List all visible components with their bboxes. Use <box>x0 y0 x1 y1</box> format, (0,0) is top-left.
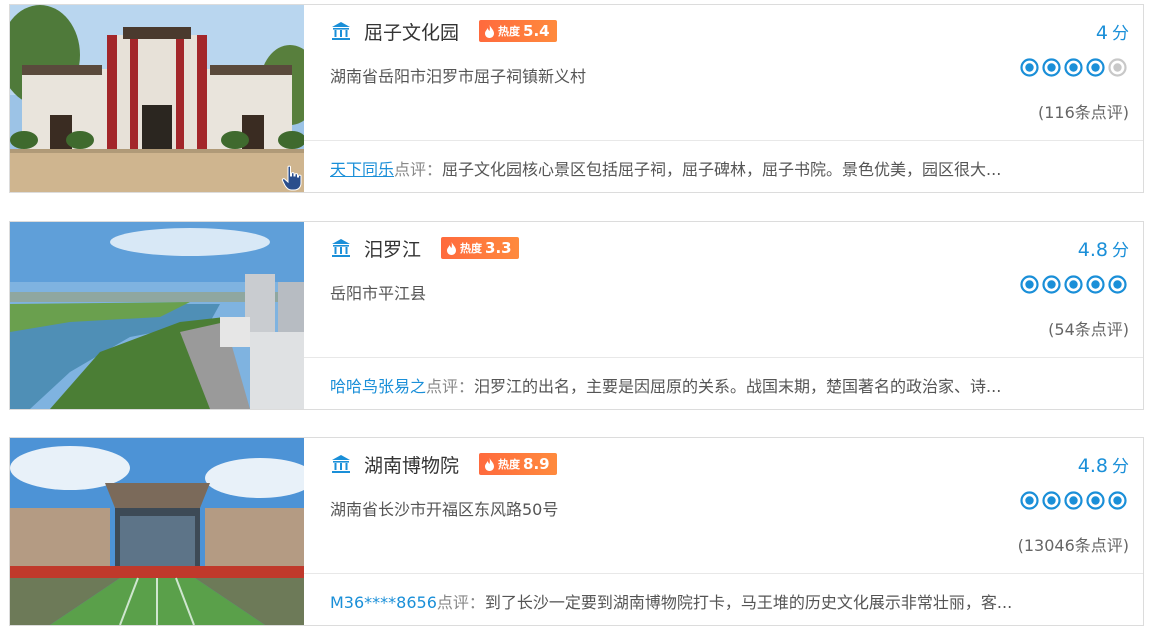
rating-dot-filled-icon <box>1086 275 1105 294</box>
flame-icon <box>485 24 495 38</box>
heat-label: 热度 <box>498 25 521 38</box>
rating-dot-filled-icon <box>1042 58 1061 77</box>
review-label: 点评： <box>436 593 485 612</box>
attraction-title[interactable]: 湖南博物院 <box>364 451 459 478</box>
rating-dot-filled-icon <box>1020 58 1039 77</box>
score: 4.8 分 <box>1078 236 1129 261</box>
rating-dot-filled-icon <box>1064 275 1083 294</box>
rating-dots <box>1017 491 1127 510</box>
score-value: 4.8 <box>1077 239 1108 261</box>
rating-dot-filled-icon <box>1042 491 1061 510</box>
review-count[interactable]: (54条点评) <box>1048 316 1129 340</box>
score-value: 4.8 <box>1077 455 1108 477</box>
reviewer-name[interactable]: 哈哈鸟张易之 <box>330 377 426 396</box>
rating-dot-filled-icon <box>1020 491 1039 510</box>
flame-icon <box>447 241 457 255</box>
attraction-title[interactable]: 汨罗江 <box>364 235 421 262</box>
attraction-photo[interactable] <box>10 5 304 192</box>
score-unit: 分 <box>1112 24 1129 44</box>
attraction-photo[interactable] <box>10 438 304 625</box>
score-unit: 分 <box>1112 241 1129 261</box>
review-text: 汨罗江的出名，主要是因屈原的关系。战国末期，楚国著名的政治家、诗... <box>474 377 1002 396</box>
attraction-card[interactable]: 屈子文化园 热度 5.4 湖南省岳阳市汨罗市屈子祠镇新义村 4分 (116条点评… <box>9 4 1144 193</box>
heat-value: 5.4 <box>523 22 550 40</box>
attraction-card[interactable]: 湖南博物院 热度 8.9 湖南省长沙市开福区东风路50号 4.8 分 (13046… <box>9 437 1144 626</box>
rating-dot-filled-icon <box>1086 491 1105 510</box>
score: 4.8 分 <box>1078 452 1129 477</box>
heat-label: 热度 <box>498 458 521 471</box>
rating-dot-filled-icon <box>1064 491 1083 510</box>
score-value: 4 <box>1095 22 1108 44</box>
attraction-card[interactable]: 汨罗江 热度 3.3 岳阳市平江县 4.8 分 (54条点评) 哈哈鸟张易之点评：… <box>9 221 1144 410</box>
attraction-address: 岳阳市平江县 <box>330 284 427 303</box>
attraction-title[interactable]: 屈子文化园 <box>364 18 459 45</box>
review-snippet[interactable]: 哈哈鸟张易之点评：汨罗江的出名，主要是因屈原的关系。战国末期，楚国著名的政治家、… <box>330 373 1113 397</box>
review-label: 点评： <box>426 377 475 396</box>
rating-dots <box>1017 58 1127 77</box>
rating-dot-filled-icon <box>1108 491 1127 510</box>
attraction-address: 湖南省长沙市开福区东风路50号 <box>330 500 559 519</box>
review-text: 到了长沙一定要到湖南博物院打卡，马王堆的历史文化展示非常壮丽，客... <box>484 593 1013 612</box>
rating-dot-filled-icon <box>1064 58 1083 77</box>
rating-dots <box>1017 275 1127 294</box>
score: 4分 <box>1096 19 1129 44</box>
review-snippet[interactable]: 天下同乐点评：屈子文化园核心景区包括屈子祠，屈子碑林，屈子书院。景色优美，园区很… <box>330 156 1113 180</box>
review-count[interactable]: (13046条点评) <box>1018 532 1129 556</box>
heat-value: 8.9 <box>523 455 550 473</box>
review-snippet[interactable]: M36****8656点评：到了长沙一定要到湖南博物院打卡，马王堆的历史文化展示… <box>330 589 1113 613</box>
heat-badge: 热度 8.9 <box>479 453 557 475</box>
rating-dot-filled-icon <box>1086 58 1105 77</box>
reviewer-name[interactable]: M36****8656 <box>330 593 437 612</box>
landmark-icon <box>330 453 352 475</box>
attraction-address: 湖南省岳阳市汨罗市屈子祠镇新义村 <box>330 67 587 86</box>
heat-label: 热度 <box>460 242 483 255</box>
score-unit: 分 <box>1112 457 1129 477</box>
rating-dot-filled-icon <box>1108 275 1127 294</box>
attraction-photo[interactable] <box>10 222 304 409</box>
heat-badge: 热度 5.4 <box>479 20 557 42</box>
heat-value: 3.3 <box>485 239 512 257</box>
landmark-icon <box>330 20 352 42</box>
review-count[interactable]: (116条点评) <box>1038 99 1129 123</box>
reviewer-name[interactable]: 天下同乐 <box>330 160 394 179</box>
rating-dot-filled-icon <box>1042 275 1061 294</box>
rating-dot-empty-icon <box>1108 58 1127 77</box>
hand-cursor-icon <box>281 165 302 191</box>
heat-badge: 热度 3.3 <box>441 237 519 259</box>
review-text: 屈子文化园核心景区包括屈子祠，屈子碑林，屈子书院。景色优美，园区很大... <box>442 160 1002 179</box>
flame-icon <box>485 457 495 471</box>
rating-dot-filled-icon <box>1020 275 1039 294</box>
landmark-icon <box>330 237 352 259</box>
review-label: 点评： <box>394 160 443 179</box>
